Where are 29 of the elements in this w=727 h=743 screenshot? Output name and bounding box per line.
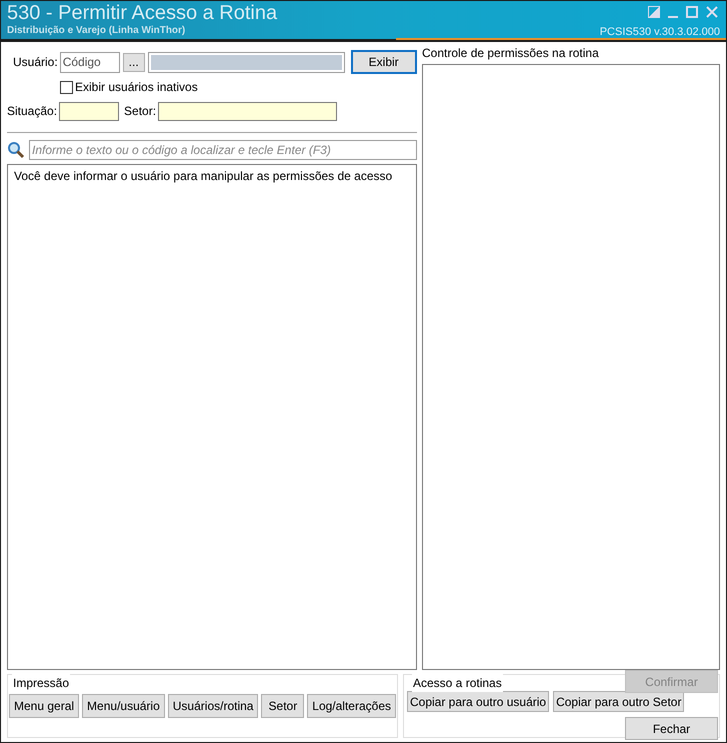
print-button[interactable]: Menu geral [9,694,80,718]
copy-button[interactable]: Copiar para outro Setor [553,691,684,712]
user-label: Usuário: [13,54,58,71]
restore-icon[interactable] [648,6,660,18]
window-title: 530 - Permitir Acesso a Rotina [7,1,278,25]
window-subtitle: Distribuição e Varejo (Linha WinThor) [7,25,186,37]
copy-button[interactable]: Copiar para outro usuário [407,691,550,712]
sector-field[interactable] [158,102,338,120]
show-button[interactable]: Exibir [350,50,417,74]
print-button[interactable]: Log/alterações [307,694,396,718]
browse-button[interactable]: ... [122,52,145,72]
version-label: PCSIS530 v.30.3.02.000 [600,25,720,40]
close-icon[interactable] [706,6,718,18]
action-button[interactable]: Fechar [625,717,718,740]
situation-label: Situação: [7,103,58,120]
access-group-title: Acesso a rotinas [412,674,503,692]
message-text: Você deve informar o usuário para manipular as permissões de acesso [14,169,392,183]
situation-field[interactable] [59,102,120,120]
user-code-field[interactable]: Código [60,52,120,72]
print-group-title: Impressão [12,674,70,692]
search-field[interactable]: Informe o texto ou o código a localizar e tecle Enter (F3) [29,140,417,160]
print-button[interactable]: Menu/usuário [82,694,165,718]
print-button[interactable]: Usuários/rotina [168,694,258,718]
sector-label: Setor: [124,103,156,120]
search-icon [7,141,25,159]
maximize-icon[interactable] [686,6,698,18]
inactive-label: Exibir usuários inativos [75,79,198,96]
permissions-title: Controle de permissões na rotina [422,45,600,62]
print-button[interactable]: Setor [261,694,304,718]
